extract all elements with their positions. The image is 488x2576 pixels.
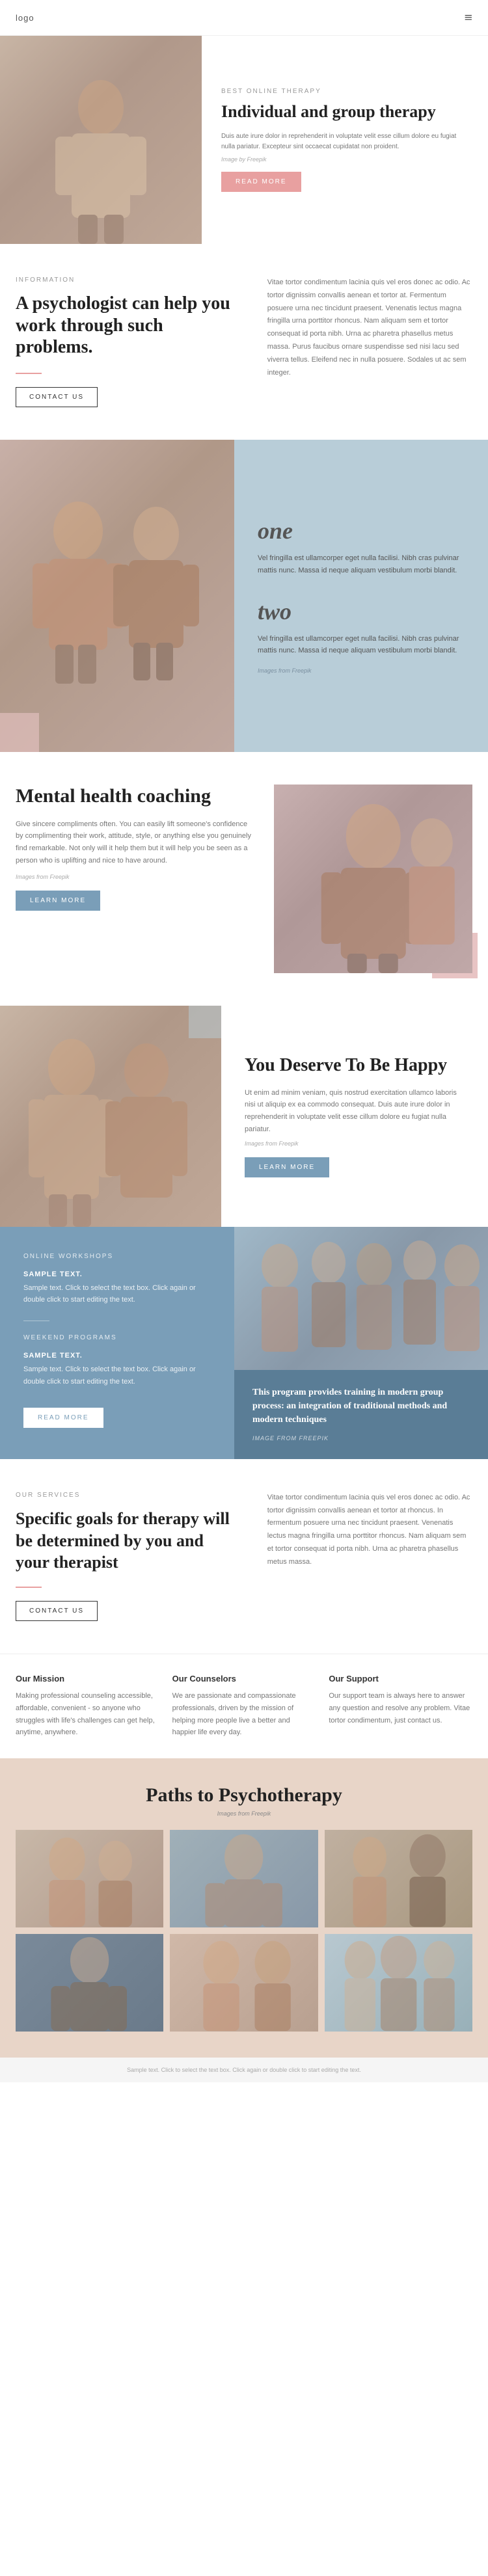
- happy-section: You Deserve To Be Happy Ut enim ad minim…: [0, 1006, 488, 1227]
- paths-title: Paths to Psychotherapy: [16, 1784, 472, 1806]
- mental-image: [274, 785, 472, 973]
- happy-image: [0, 1006, 221, 1227]
- split-image-credit: Images from Freepik: [258, 667, 465, 674]
- hamburger-icon[interactable]: ≡: [465, 9, 472, 26]
- footer-text: Sample text. Click to select the text bo…: [16, 2067, 472, 2073]
- weekend-label: WEEKEND PROGRAMS: [23, 1334, 211, 1341]
- happy-credit: Images from Freepik: [245, 1140, 465, 1147]
- psych-left: INFORMATION A psychologist can help you …: [16, 276, 241, 407]
- happy-title: You Deserve To Be Happy: [245, 1054, 465, 1077]
- mission-card-2-title: Our Counselors: [172, 1674, 316, 1684]
- mission-card-3: Our Support Our support team is always h…: [329, 1674, 472, 1739]
- psych-right: Vitae tortor condimentum lacinia quis ve…: [267, 276, 472, 379]
- split-num1-title: one: [258, 517, 465, 544]
- hero-image: [0, 36, 202, 244]
- goals-right: Vitae tortor condimentum lacinia quis ve…: [267, 1492, 472, 1621]
- workshops-image: [234, 1227, 488, 1370]
- paths-img-6: [325, 1934, 472, 2032]
- workshops-img-credit: IMAGE FROM FREEPIK: [252, 1435, 329, 1442]
- mission-card-1-title: Our Mission: [16, 1674, 159, 1684]
- psych-contact-button[interactable]: CONTACT US: [16, 387, 98, 407]
- workshops-read-more-button[interactable]: READ MORE: [23, 1408, 103, 1428]
- paths-grid: [16, 1830, 472, 2032]
- happy-content: You Deserve To Be Happy Ut enim ad minim…: [221, 1006, 488, 1227]
- mental-right: [274, 785, 472, 973]
- mental-left: Mental health coaching Give sincere comp…: [16, 785, 254, 911]
- mission-section: Our Mission Making professional counseli…: [0, 1654, 488, 1758]
- psych-text: Vitae tortor condimentum lacinia quis ve…: [267, 276, 472, 379]
- goals-contact-button[interactable]: CONTACT US: [16, 1601, 98, 1621]
- goals-text: Vitae tortor condimentum lacinia quis ve…: [267, 1492, 472, 1569]
- psych-title: A psychologist can help you work through…: [16, 293, 241, 358]
- mental-title: Mental health coaching: [16, 785, 254, 808]
- paths-img-1: [16, 1830, 163, 1927]
- hero-image-credit: Image by Freepik: [221, 156, 468, 163]
- mission-card-3-text: Our support team is always here to answe…: [329, 1690, 472, 1726]
- workshops-left: ONLINE WORKSHOPS Sample text. Sample tex…: [0, 1227, 234, 1459]
- workshops-section: ONLINE WORKSHOPS Sample text. Sample tex…: [0, 1227, 488, 1459]
- paths-img-4: [16, 1934, 163, 2032]
- split-image: [0, 440, 234, 752]
- hero-read-more-button[interactable]: READ MORE: [221, 172, 301, 192]
- mental-credit: Images from Freepik: [16, 874, 254, 880]
- logo: logo: [16, 13, 34, 23]
- mission-card-2: Our Counselors We are passionate and com…: [172, 1674, 316, 1739]
- hero-badge: BEST ONLINE THERAPY: [221, 88, 468, 95]
- online-workshop-item: Sample text. Sample text. Click to selec…: [23, 1270, 211, 1306]
- weekend-title: Sample text.: [23, 1352, 211, 1360]
- mission-card-1: Our Mission Making professional counseli…: [16, 1674, 159, 1739]
- happy-learn-more-button[interactable]: LEARN MORE: [245, 1157, 329, 1177]
- online-text: Sample text. Click to select the text bo…: [23, 1282, 211, 1306]
- mission-card-2-text: We are passionate and compassionate prof…: [172, 1690, 316, 1739]
- hero-section: BEST ONLINE THERAPY Individual and group…: [0, 36, 488, 244]
- goals-section: OUR SERVICES Specific goals for therapy …: [0, 1459, 488, 1654]
- weekend-text: Sample text. Click to select the text bo…: [23, 1363, 211, 1388]
- paths-img-2: [170, 1830, 318, 1927]
- online-title: Sample text.: [23, 1270, 211, 1278]
- workshops-desc: This program provides training in modern…: [234, 1370, 488, 1459]
- mission-card-3-title: Our Support: [329, 1674, 472, 1684]
- split-num2-text: Vel fringilla est ullamcorper eget nulla…: [258, 633, 465, 657]
- happy-text: Ut enim ad minim veniam, quis nostrud ex…: [245, 1087, 465, 1136]
- mission-card-1-text: Making professional counseling accessibl…: [16, 1690, 159, 1739]
- hero-content: BEST ONLINE THERAPY Individual and group…: [202, 36, 488, 244]
- navigation: logo ≡: [0, 0, 488, 36]
- psychologist-section: INFORMATION A psychologist can help you …: [0, 244, 488, 440]
- psych-label: INFORMATION: [16, 276, 241, 284]
- split-num1-text: Vel fringilla est ullamcorper eget nulla…: [258, 552, 465, 576]
- workshops-program-text: This program provides training in modern…: [252, 1386, 470, 1427]
- paths-img-3: [325, 1830, 472, 1927]
- hero-text: Duis aute irure dolor in reprehenderit i…: [221, 131, 468, 152]
- split-num2-title: two: [258, 598, 465, 625]
- weekend-workshop-item: Sample text. Sample text. Click to selec…: [23, 1352, 211, 1388]
- workshops-right: This program provides training in modern…: [234, 1227, 488, 1459]
- goals-left: OUR SERVICES Specific goals for therapy …: [16, 1492, 241, 1621]
- split-section: one Vel fringilla est ullamcorper eget n…: [0, 440, 488, 752]
- mental-section: Mental health coaching Give sincere comp…: [0, 752, 488, 1006]
- goals-label: OUR SERVICES: [16, 1492, 241, 1499]
- paths-img-5: [170, 1934, 318, 2032]
- goals-title: Specific goals for therapy will be deter…: [16, 1508, 241, 1574]
- online-workshops-label: ONLINE WORKSHOPS: [23, 1253, 211, 1260]
- hero-title: Individual and group therapy: [221, 101, 468, 122]
- mental-text: Give sincere compliments often. You can …: [16, 818, 254, 867]
- mental-learn-more-button[interactable]: LEARN MORE: [16, 891, 100, 911]
- footer: Sample text. Click to select the text bo…: [0, 2058, 488, 2082]
- paths-section: Paths to Psychotherapy Images from Freep…: [0, 1758, 488, 2058]
- paths-credit: Images from Freepik: [16, 1810, 472, 1817]
- split-content: one Vel fringilla est ullamcorper eget n…: [234, 440, 488, 752]
